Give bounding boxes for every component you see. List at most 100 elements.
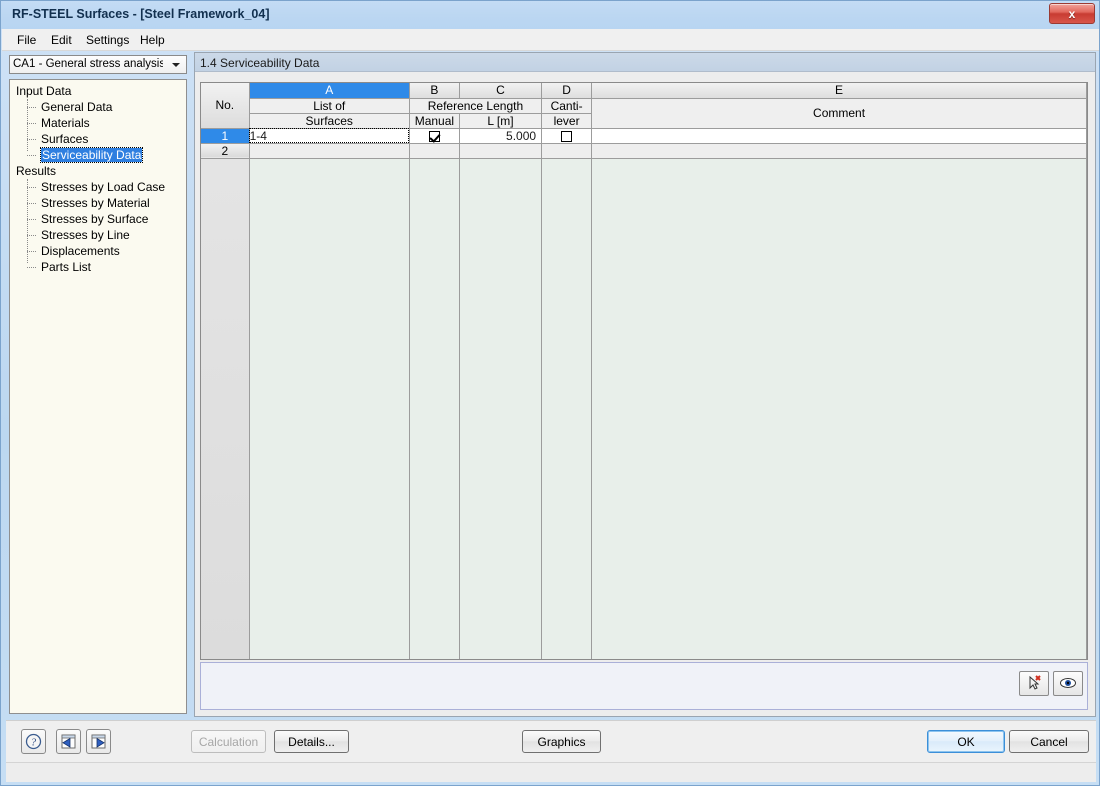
previous-button[interactable] bbox=[56, 729, 81, 754]
data-grid: No. A B C D E List of Reference Length C… bbox=[201, 83, 1087, 659]
cell-list-of-surfaces[interactable]: 1-4 bbox=[249, 128, 410, 144]
table-footer bbox=[200, 662, 1088, 710]
tree-item-parts-list[interactable]: Parts List bbox=[10, 259, 186, 275]
cursor-pick-icon bbox=[1029, 675, 1041, 690]
cell-manual-checkbox[interactable] bbox=[409, 143, 460, 159]
column-letter-row: No. A B C D E bbox=[201, 83, 1087, 129]
filler-cell bbox=[249, 158, 410, 659]
cell-reference-length[interactable]: 5.000 bbox=[459, 128, 543, 144]
tree-item-serviceability-data[interactable]: Serviceability Data bbox=[10, 147, 186, 163]
column-header-e[interactable]: E bbox=[591, 83, 1087, 99]
group-header-row: List of Reference Length Canti- Comment bbox=[201, 98, 1087, 129]
table-filler bbox=[201, 158, 1087, 659]
view-mode-button[interactable] bbox=[1053, 671, 1083, 696]
row-number-filler bbox=[201, 158, 250, 659]
title-bar: RF-STEEL Surfaces - [Steel Framework_04]… bbox=[1, 1, 1099, 29]
tree-item-label: Materials bbox=[41, 116, 90, 130]
arrow-left-icon bbox=[61, 734, 76, 749]
tree-item-label: Stresses by Line bbox=[41, 228, 130, 242]
menu-item-edit[interactable]: Edit bbox=[44, 32, 79, 49]
calculation-button[interactable]: Calculation bbox=[191, 730, 266, 753]
tree-item-materials[interactable]: Materials bbox=[10, 115, 186, 131]
tree-item-label: Surfaces bbox=[41, 132, 89, 146]
close-button[interactable]: x bbox=[1049, 3, 1095, 24]
cell-comment[interactable] bbox=[591, 143, 1087, 159]
table-row: 1 1-4 5.000 bbox=[201, 128, 1087, 144]
filler-cell bbox=[459, 158, 543, 659]
tree-item-label: Stresses by Material bbox=[41, 196, 150, 210]
menu-item-settings[interactable]: Settings bbox=[79, 32, 136, 49]
serviceability-data-table: No. A B C D E List of Reference Length C… bbox=[200, 82, 1088, 660]
application-window: RF-STEEL Surfaces - [Steel Framework_04]… bbox=[0, 0, 1100, 786]
cell-cantilever-checkbox[interactable] bbox=[541, 128, 593, 144]
cancel-button[interactable]: Cancel bbox=[1009, 730, 1089, 753]
column-header-a[interactable]: A bbox=[249, 83, 410, 99]
tree-item-stresses-by-load-case[interactable]: Stresses by Load Case bbox=[10, 179, 186, 195]
filler-cell bbox=[409, 158, 460, 659]
sidebar: CA1 - General stress analysis of Input D… bbox=[6, 52, 191, 717]
ok-button[interactable]: OK bbox=[927, 730, 1005, 753]
header-cantilever-line2: lever bbox=[541, 113, 593, 129]
help-icon: ? bbox=[25, 733, 42, 750]
help-button[interactable]: ? bbox=[21, 729, 46, 754]
svg-text:?: ? bbox=[31, 738, 36, 749]
cell-reference-length[interactable] bbox=[459, 143, 543, 159]
header-manual: Manual bbox=[409, 113, 460, 129]
tree-item-label: Results bbox=[16, 164, 57, 178]
manual-checkbox[interactable] bbox=[428, 130, 440, 142]
header-length-unit: L [m] bbox=[459, 113, 543, 129]
menu-item-help[interactable]: Help bbox=[133, 32, 172, 49]
tree-item-results[interactable]: Results bbox=[10, 163, 186, 179]
header-list-of-surfaces-line2: Surfaces bbox=[249, 113, 410, 129]
details-button[interactable]: Details... bbox=[274, 730, 349, 753]
tree-item-input-data[interactable]: Input Data bbox=[10, 83, 186, 99]
tree-item-label: Serviceability Data bbox=[39, 147, 144, 163]
client-area: CA1 - General stress analysis of Input D… bbox=[6, 52, 1096, 717]
cell-comment[interactable] bbox=[591, 128, 1087, 144]
header-reference-length: Reference Length bbox=[409, 98, 543, 114]
header-cantilever-line1: Canti- bbox=[541, 98, 593, 114]
main-panel: 1.4 Serviceability Data No. A B C D E Li… bbox=[194, 52, 1096, 717]
arrow-right-icon bbox=[91, 734, 106, 749]
menu-item-file[interactable]: File bbox=[10, 32, 43, 49]
status-bar bbox=[6, 762, 1096, 782]
tree-item-label: Displacements bbox=[41, 244, 120, 258]
close-icon: x bbox=[1068, 6, 1076, 21]
table-row: 2 bbox=[201, 143, 1087, 159]
cantilever-checkbox[interactable] bbox=[561, 130, 573, 142]
tree-item-general-data[interactable]: General Data bbox=[10, 99, 186, 115]
tree-item-label: Input Data bbox=[16, 84, 72, 98]
column-header-d[interactable]: D bbox=[541, 83, 593, 99]
eye-icon bbox=[1060, 678, 1076, 688]
pick-surfaces-button[interactable] bbox=[1019, 671, 1049, 696]
tree-item-label: Stresses by Surface bbox=[41, 212, 149, 226]
tree-item-stresses-by-surface[interactable]: Stresses by Surface bbox=[10, 211, 186, 227]
design-case-selector[interactable]: CA1 - General stress analysis of bbox=[9, 55, 187, 74]
tree-item-surfaces[interactable]: Surfaces bbox=[10, 131, 186, 147]
bottom-toolbar: ? Calculation Details... Graphics OK Can… bbox=[6, 720, 1096, 762]
chevron-down-icon bbox=[168, 57, 184, 72]
row-number[interactable]: 2 bbox=[201, 143, 250, 159]
design-case-value: CA1 - General stress analysis of bbox=[13, 58, 163, 70]
graphics-button[interactable]: Graphics bbox=[522, 730, 601, 753]
panel-caption: 1.4 Serviceability Data bbox=[195, 53, 1095, 72]
corner-header: No. bbox=[201, 83, 250, 129]
tree-item-label: Parts List bbox=[41, 260, 92, 274]
next-button[interactable] bbox=[86, 729, 111, 754]
tree-item-label: General Data bbox=[41, 100, 113, 114]
cell-list-of-surfaces[interactable] bbox=[249, 143, 410, 159]
row-number[interactable]: 1 bbox=[201, 128, 250, 144]
cell-manual-checkbox[interactable] bbox=[409, 128, 460, 144]
column-header-c[interactable]: C bbox=[459, 83, 543, 99]
navigation-tree: Input Data General Data Materials Surfac… bbox=[9, 79, 187, 714]
tree-item-displacements[interactable]: Displacements bbox=[10, 243, 186, 259]
header-list-of-surfaces-line1: List of bbox=[249, 98, 410, 114]
tree-item-stresses-by-material[interactable]: Stresses by Material bbox=[10, 195, 186, 211]
column-header-b[interactable]: B bbox=[409, 83, 460, 99]
window-title: RF-STEEL Surfaces - [Steel Framework_04] bbox=[12, 7, 270, 21]
menu-bar: File Edit Settings Help bbox=[2, 29, 1099, 51]
filler-cell bbox=[591, 158, 1087, 659]
cell-cantilever-checkbox[interactable] bbox=[541, 143, 593, 159]
tree-item-label: Stresses by Load Case bbox=[41, 180, 166, 194]
tree-item-stresses-by-line[interactable]: Stresses by Line bbox=[10, 227, 186, 243]
